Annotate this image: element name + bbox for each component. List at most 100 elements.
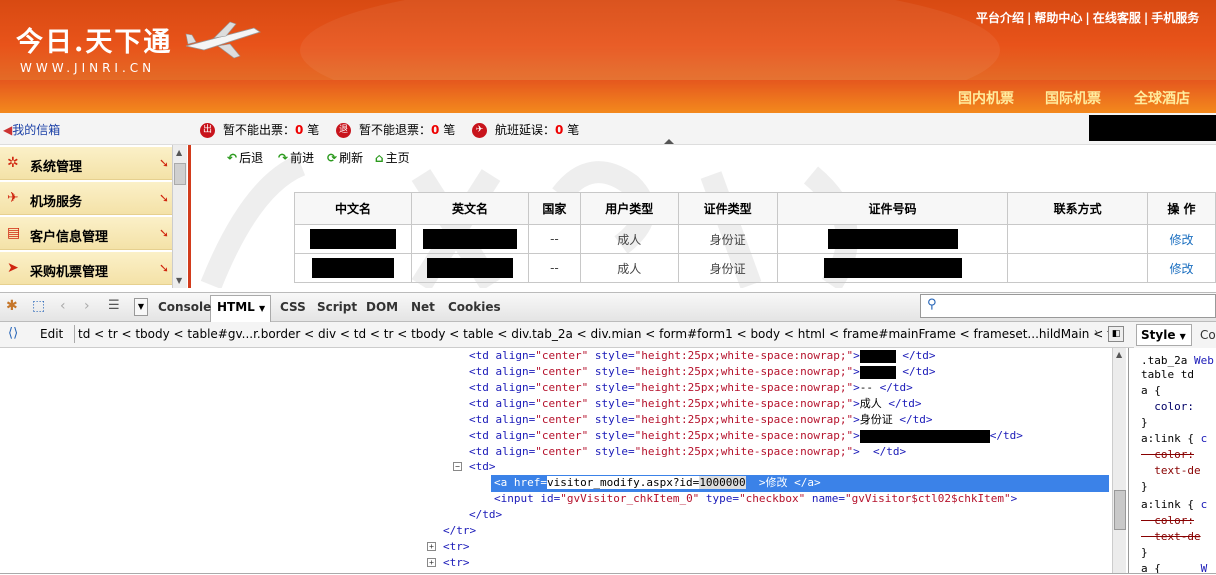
code-icon[interactable]: ⟨⟩ bbox=[8, 326, 18, 341]
edit-link[interactable]: 修改 bbox=[1169, 233, 1193, 247]
css-property[interactable]: text-de bbox=[1141, 464, 1200, 477]
tab-html[interactable]: HTML ▼ bbox=[217, 300, 265, 314]
tab-net[interactable]: Net bbox=[411, 300, 435, 314]
sidebar-item-customers[interactable]: ▤ 客户信息管理 ➘ bbox=[0, 217, 172, 250]
cell-english-name bbox=[410, 253, 530, 283]
css-selector[interactable]: .tab_2a Web bbox=[1141, 354, 1214, 367]
home-icon: ⌂ bbox=[375, 151, 384, 165]
code-line[interactable]: </tr> bbox=[443, 523, 476, 539]
cell-user-type: 成人 bbox=[579, 253, 679, 283]
code-line[interactable]: <td align="center" style="height:25px;wh… bbox=[469, 412, 933, 428]
code-line[interactable]: </td> bbox=[469, 507, 502, 523]
back-arrow-icon: ↶ bbox=[227, 151, 238, 165]
main-content: ↶ 后退 ↷ 前进 ⟳ 刷新 ⌂ 主页 中文名 英文名 国家 用户类型 证件类型 证件号… bbox=[191, 145, 1216, 288]
code-line[interactable]: <td align="center" style="height:25px;wh… bbox=[469, 380, 913, 396]
css-property[interactable]: color: bbox=[1141, 400, 1194, 413]
nav-domestic-flights[interactable]: 国内机票 bbox=[958, 88, 1014, 108]
code-line[interactable]: <td align="center" style="height:25px;wh… bbox=[469, 444, 906, 460]
top-link-about[interactable]: 平台介绍 bbox=[976, 9, 1024, 26]
redacted-block bbox=[309, 229, 396, 249]
collapse-arrow-icon[interactable] bbox=[664, 139, 674, 144]
refresh-button[interactable]: ⟳ 刷新 bbox=[327, 149, 363, 166]
css-property-overridden[interactable]: color: bbox=[1141, 514, 1194, 527]
list-icon[interactable]: ☰ bbox=[108, 298, 120, 313]
forward-button[interactable]: ↷ 前进 bbox=[278, 149, 314, 166]
edit-link[interactable]: 修改 bbox=[1169, 262, 1193, 276]
tab-script[interactable]: Script bbox=[317, 300, 357, 314]
col-header: 国家 bbox=[528, 192, 581, 225]
breadcrumb-scroll-icon[interactable]: › bbox=[1094, 327, 1098, 338]
inspect-icon[interactable]: ⬚ bbox=[32, 298, 45, 314]
code-line[interactable]: <td> bbox=[469, 459, 496, 475]
css-selector[interactable]: a:link { c bbox=[1141, 432, 1207, 445]
tab-computed[interactable]: Con bbox=[1200, 328, 1216, 342]
tab-dom[interactable]: DOM bbox=[366, 300, 398, 314]
tab-console[interactable]: Console bbox=[158, 300, 211, 314]
css-selector[interactable]: table td bbox=[1141, 368, 1194, 381]
refund-icon: 退 bbox=[336, 123, 351, 138]
code-line[interactable]: <td align="center" style="height:25px;wh… bbox=[469, 364, 936, 380]
home-button[interactable]: ⌂ 主页 bbox=[375, 149, 410, 166]
expand-node-icon[interactable]: + bbox=[427, 542, 436, 551]
nav-international-flights[interactable]: 国际机票 bbox=[1045, 88, 1101, 108]
collapse-node-icon[interactable]: − bbox=[453, 462, 462, 471]
sidebar-item-airport[interactable]: ✈ 机场服务 ➘ bbox=[0, 182, 172, 215]
scroll-up-icon[interactable]: ▲ bbox=[176, 148, 182, 157]
plane-icon: ✈ bbox=[7, 190, 19, 206]
expand-node-icon[interactable]: + bbox=[427, 558, 436, 567]
divider bbox=[74, 325, 75, 343]
sidebar-scrollbar[interactable]: ▲ ▼ bbox=[172, 145, 187, 288]
forward-arrow-icon: ↷ bbox=[278, 151, 289, 165]
dropdown-icon[interactable]: ▼ bbox=[134, 298, 148, 316]
code-line[interactable]: <td align="center" style="height:25px;wh… bbox=[469, 428, 1023, 444]
refresh-icon: ⟳ bbox=[327, 151, 338, 165]
scroll-up-icon[interactable]: ▲ bbox=[1116, 350, 1122, 359]
code-line[interactable]: <tr> bbox=[443, 555, 470, 571]
cell-id-number bbox=[776, 224, 1009, 254]
redacted-block bbox=[827, 229, 958, 249]
sidebar-scroll-thumb[interactable] bbox=[174, 163, 186, 185]
redacted-block bbox=[311, 258, 394, 278]
sidebar-item-purchase[interactable]: ➤ 采购机票管理 ➘ bbox=[0, 252, 172, 285]
css-selector[interactable]: a:link { c bbox=[1141, 498, 1207, 511]
firebug-icon[interactable]: ✱ bbox=[6, 298, 18, 314]
css-property-overridden[interactable]: text-de bbox=[1141, 530, 1200, 543]
back-button[interactable]: ↶ 后退 bbox=[227, 149, 263, 166]
code-scroll-thumb[interactable] bbox=[1114, 490, 1126, 530]
code-line[interactable]: <input id="gvVisitor_chkItem_0" type="ch… bbox=[494, 491, 1017, 507]
gear-icon: ✲ bbox=[7, 155, 19, 171]
panel-toggle-icon[interactable]: ◧ bbox=[1108, 326, 1124, 342]
top-link-service[interactable]: 在线客服 bbox=[1093, 9, 1141, 26]
nav-global-hotels[interactable]: 全球酒店 bbox=[1134, 88, 1190, 108]
top-link-mobile[interactable]: 手机服务 bbox=[1151, 9, 1199, 26]
col-header: 证件类型 bbox=[677, 192, 778, 225]
selected-code-line[interactable]: <a href=visitor_modify.aspx?id=1000000 >… bbox=[494, 475, 821, 491]
tab-css[interactable]: CSS bbox=[280, 300, 306, 314]
firebug-search-input[interactable]: ⚲ bbox=[920, 294, 1216, 318]
table-header-row: 中文名 英文名 国家 用户类型 证件类型 证件号码 联系方式 操 作 bbox=[294, 192, 1216, 225]
tab-cookies[interactable]: Cookies bbox=[448, 300, 501, 314]
nav-forward-icon[interactable]: › bbox=[84, 298, 90, 314]
chevron-down-icon: ▼ bbox=[1179, 332, 1186, 341]
code-line[interactable]: <td align="center" style="height:25px;wh… bbox=[469, 348, 936, 364]
top-link-help[interactable]: 帮助中心 bbox=[1034, 9, 1082, 26]
logo-text[interactable]: 今日.天下通 bbox=[16, 20, 172, 59]
redacted-block bbox=[427, 258, 514, 278]
scroll-down-icon[interactable]: ▼ bbox=[176, 276, 182, 285]
nav-back-icon[interactable]: ‹ bbox=[60, 298, 66, 314]
code-scrollbar[interactable]: ▲ bbox=[1112, 348, 1126, 574]
code-line[interactable]: <td align="center" style="height:25px;wh… bbox=[469, 396, 922, 412]
top-links: 平台介绍 | 帮助中心 | 在线客服 | 手机服务 bbox=[976, 9, 1200, 26]
code-line[interactable]: <tr> bbox=[443, 539, 470, 555]
tab-style[interactable]: Style ▼ bbox=[1136, 324, 1192, 346]
logo-url: WWW.JINRI.CN bbox=[20, 61, 156, 75]
css-property-overridden[interactable]: color: bbox=[1141, 448, 1194, 461]
delay-icon: ✈ bbox=[472, 123, 487, 138]
mailbox-link[interactable]: ◀我的信箱 bbox=[3, 121, 60, 138]
down-arrow-icon: ➘ bbox=[158, 156, 169, 170]
breadcrumb[interactable]: td < tr < tbody < table#gv...r.border < … bbox=[78, 327, 1124, 341]
style-pane: .tab_2a Web table td a { color: } a:link… bbox=[1128, 348, 1216, 575]
css-selector[interactable]: a { bbox=[1141, 384, 1161, 397]
edit-button[interactable]: Edit bbox=[34, 326, 69, 342]
sidebar-item-system[interactable]: ✲ 系统管理 ➘ bbox=[0, 147, 172, 180]
